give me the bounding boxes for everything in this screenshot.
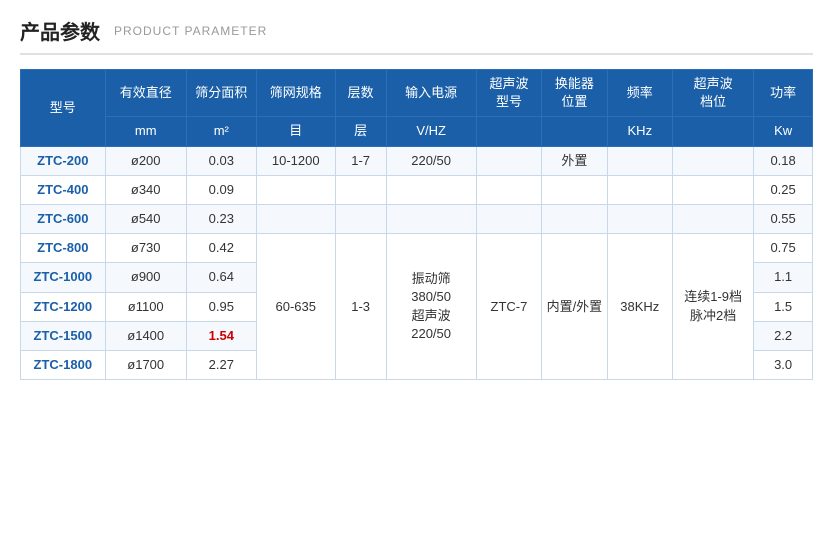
- col-header-level: 超声波档位: [673, 70, 754, 117]
- cell-freq: 38KHz: [607, 234, 672, 380]
- header-row-1: 型号 有效直径 筛分面积 筛网规格 层数 输入电源 超声波型号 换能器位置 频率…: [21, 70, 813, 117]
- cell-model: ZTC-600: [21, 204, 106, 233]
- cell-level: [673, 146, 754, 175]
- table-body: ZTC-200ø2000.0310-12001-7220/50外置0.18ZTC…: [21, 146, 813, 380]
- col-header-freq: 频率: [607, 70, 672, 117]
- cell-layer: 1-7: [335, 146, 386, 175]
- col-header-mesh: 筛网规格: [256, 70, 335, 117]
- col-subheader-level-empty: [673, 117, 754, 146]
- col-subheader-ultrasound-empty: [476, 117, 541, 146]
- col-header-transducer: 换能器位置: [542, 70, 607, 117]
- cell-layer: [335, 204, 386, 233]
- cell-diameter: ø730: [105, 234, 186, 263]
- cell-area: 0.95: [186, 292, 256, 321]
- col-header-layer: 层数: [335, 70, 386, 117]
- col-subheader-vhz: V/HZ: [386, 117, 476, 146]
- cell-model: ZTC-400: [21, 175, 106, 204]
- cell-freq: [607, 146, 672, 175]
- cell-diameter: ø200: [105, 146, 186, 175]
- col-header-power: 功率: [754, 70, 813, 117]
- product-parameter-table: 型号 有效直径 筛分面积 筛网规格 层数 输入电源 超声波型号 换能器位置 频率…: [20, 69, 813, 380]
- table-row: ZTC-400ø3400.09 0.25: [21, 175, 813, 204]
- cell-freq: [607, 204, 672, 233]
- cell-power-in: [386, 175, 476, 204]
- cell-power: 3.0: [754, 350, 813, 379]
- cell-power: 2.2: [754, 321, 813, 350]
- col-header-area: 筛分面积: [186, 70, 256, 117]
- cell-area: 0.23: [186, 204, 256, 233]
- cell-diameter: ø1100: [105, 292, 186, 321]
- cell-transducer-pos: 外置: [542, 146, 607, 175]
- cell-model: ZTC-800: [21, 234, 106, 263]
- cell-area: 1.54: [186, 321, 256, 350]
- cell-power: 1.5: [754, 292, 813, 321]
- col-subheader-mesh-unit: 目: [256, 117, 335, 146]
- cell-mesh: 10-1200: [256, 146, 335, 175]
- table-row: ZTC-200ø2000.0310-12001-7220/50 外置 0.18: [21, 146, 813, 175]
- col-header-diameter: 有效直径: [105, 70, 186, 117]
- table-row: ZTC-800ø7300.4260-6351-3振动筛 380/50 超声波 2…: [21, 234, 813, 263]
- page-title-cn: 产品参数: [20, 16, 100, 45]
- cell-ultrasound-model: [476, 146, 541, 175]
- cell-area: 2.27: [186, 350, 256, 379]
- page-header: 产品参数 PRODUCT PARAMETER: [20, 16, 813, 55]
- cell-diameter: ø540: [105, 204, 186, 233]
- cell-freq: [607, 175, 672, 204]
- cell-layer: [335, 175, 386, 204]
- cell-area: 0.42: [186, 234, 256, 263]
- col-subheader-transducer-empty: [542, 117, 607, 146]
- col-subheader-layer-unit: 层: [335, 117, 386, 146]
- col-header-ultrasound: 超声波型号: [476, 70, 541, 117]
- cell-diameter: ø340: [105, 175, 186, 204]
- cell-level: [673, 175, 754, 204]
- cell-ultrasound-model: [476, 175, 541, 204]
- cell-ultrasound-model: ZTC-7: [476, 234, 541, 380]
- cell-area: 0.09: [186, 175, 256, 204]
- cell-mesh: [256, 175, 335, 204]
- col-subheader-m2: m²: [186, 117, 256, 146]
- cell-power: 1.1: [754, 263, 813, 292]
- cell-model: ZTC-1500: [21, 321, 106, 350]
- table-container: 振泰机械 ZHENTAIJIXIE 型号 有效直径 筛分面积 筛网规格 层数 输…: [20, 69, 813, 380]
- cell-power: 0.18: [754, 146, 813, 175]
- cell-power: 0.75: [754, 234, 813, 263]
- cell-transducer-pos: [542, 175, 607, 204]
- cell-area: 0.64: [186, 263, 256, 292]
- cell-power-in: [386, 204, 476, 233]
- cell-power-in: 振动筛 380/50 超声波 220/50: [386, 234, 476, 380]
- cell-model: ZTC-200: [21, 146, 106, 175]
- cell-area: 0.03: [186, 146, 256, 175]
- cell-diameter: ø1700: [105, 350, 186, 379]
- cell-level: [673, 204, 754, 233]
- col-header-model: 型号: [21, 70, 106, 147]
- cell-model: ZTC-1000: [21, 263, 106, 292]
- cell-model: ZTC-1200: [21, 292, 106, 321]
- cell-model: ZTC-1800: [21, 350, 106, 379]
- header-row-2: mm m² 目 层 V/HZ KHz Kw: [21, 117, 813, 146]
- table-row: ZTC-600ø5400.23 0.55: [21, 204, 813, 233]
- page-title-en: PRODUCT PARAMETER: [114, 24, 267, 38]
- cell-layer: 1-3: [335, 234, 386, 380]
- cell-diameter: ø900: [105, 263, 186, 292]
- cell-power: 0.55: [754, 204, 813, 233]
- cell-level: 连续1-9档 脉冲2档: [673, 234, 754, 380]
- cell-transducer-pos: 内置/外置: [542, 234, 607, 380]
- cell-power-in: 220/50: [386, 146, 476, 175]
- col-header-power-input: 输入电源: [386, 70, 476, 117]
- col-subheader-mm: mm: [105, 117, 186, 146]
- cell-mesh: [256, 204, 335, 233]
- cell-power: 0.25: [754, 175, 813, 204]
- col-subheader-kw: Kw: [754, 117, 813, 146]
- cell-ultrasound-model: [476, 204, 541, 233]
- cell-transducer-pos: [542, 204, 607, 233]
- cell-mesh: 60-635: [256, 234, 335, 380]
- col-subheader-khz: KHz: [607, 117, 672, 146]
- cell-diameter: ø1400: [105, 321, 186, 350]
